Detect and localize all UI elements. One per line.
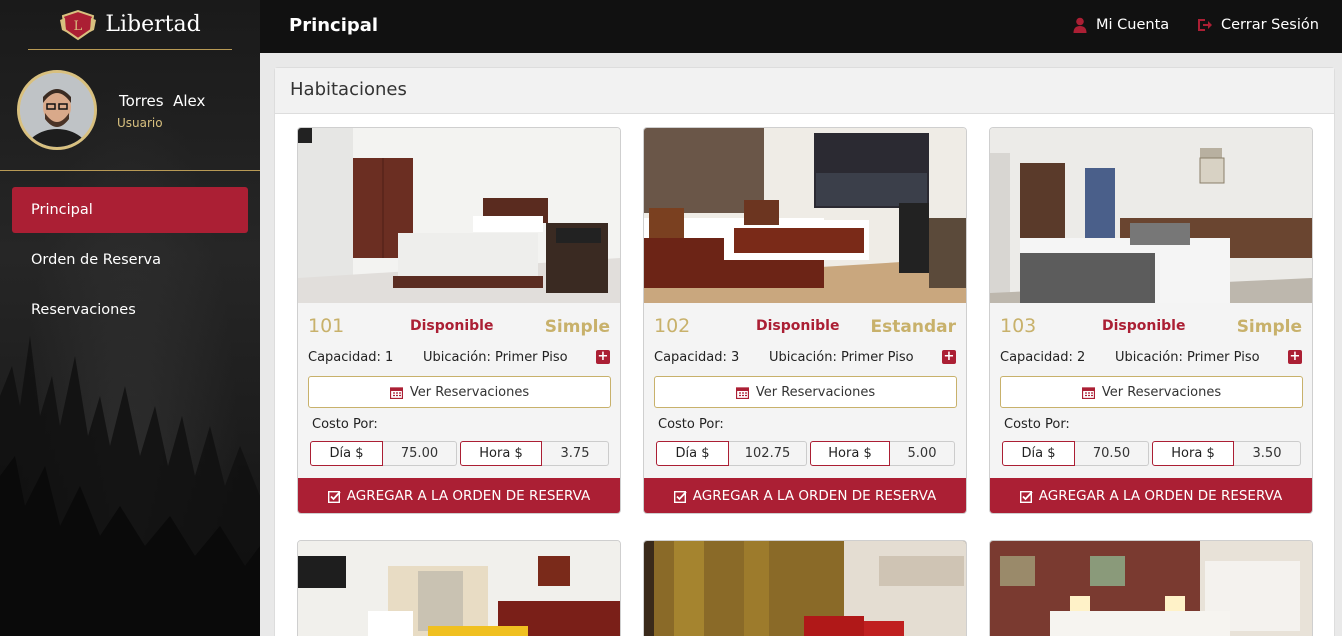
add-to-order-button[interactable]: AGREGAR A LA ORDEN DE RESERVA xyxy=(644,478,966,513)
room-status: Disponible xyxy=(756,318,840,334)
room-number: 103 xyxy=(1000,315,1037,337)
view-reservations-button[interactable]: Ver Reservaciones xyxy=(1000,376,1303,408)
hour-price-group: Hora $ 3.75 xyxy=(460,441,609,466)
view-reservations-button[interactable]: Ver Reservaciones xyxy=(654,376,957,408)
hour-price-field[interactable]: 5.00 xyxy=(890,441,955,466)
room-location: Ubicación: Primer Piso xyxy=(769,350,914,365)
day-price-field[interactable]: 75.00 xyxy=(383,441,457,466)
user-role: Usuario xyxy=(117,116,163,130)
calendar-icon xyxy=(1081,386,1095,399)
room-photo xyxy=(644,541,966,636)
hour-price-label: Hora $ xyxy=(460,441,542,466)
day-price-label: Día $ xyxy=(1002,441,1075,466)
add-to-order-button[interactable]: AGREGAR A LA ORDEN DE RESERVA xyxy=(298,478,620,513)
room-card xyxy=(643,540,967,636)
room-card xyxy=(297,540,621,636)
day-price-group: Día $ 102.75 xyxy=(656,441,807,466)
account-label: Mi Cuenta xyxy=(1096,17,1170,33)
sidebar-item-orden-de-reserva[interactable]: Orden de Reserva xyxy=(12,237,248,283)
user-profile: Torres Alex Usuario xyxy=(0,50,260,171)
check-square-icon xyxy=(327,490,341,503)
room-type: Simple xyxy=(1236,317,1302,337)
svg-text:L: L xyxy=(74,19,83,34)
shield-logo-icon: L xyxy=(60,9,97,40)
hour-price-group: Hora $ 3.50 xyxy=(1152,441,1301,466)
brand[interactable]: L Libertad xyxy=(28,0,232,50)
page-title: Principal xyxy=(289,15,379,36)
calendar-icon xyxy=(389,386,403,399)
account-link[interactable]: Mi Cuenta xyxy=(1072,17,1169,33)
brand-name: Libertad xyxy=(105,12,201,37)
day-price-group: Día $ 70.50 xyxy=(1002,441,1149,466)
room-capacity: Capacidad: 2 xyxy=(1000,350,1086,365)
cost-label: Costo Por: xyxy=(312,417,378,432)
room-photo xyxy=(298,541,620,636)
day-price-group: Día $ 75.00 xyxy=(310,441,457,466)
hour-price-group: Hora $ 5.00 xyxy=(810,441,955,466)
room-card: 101 Disponible Simple Capacidad: 1 Ubica… xyxy=(297,127,621,514)
room-details: 102 Disponible Estandar Capacidad: 3 Ubi… xyxy=(644,303,966,478)
sidebar: L Libertad Torres Alex Usuario Principal… xyxy=(0,0,260,636)
rooms-panel: Habitaciones 101 Disponible Simple Capac… xyxy=(274,67,1335,636)
cost-label: Costo Por: xyxy=(1004,417,1070,432)
logout-link[interactable]: Cerrar Sesión xyxy=(1197,17,1319,33)
room-capacity: Capacidad: 1 xyxy=(308,350,394,365)
hour-price-field[interactable]: 3.75 xyxy=(542,441,609,466)
sign-out-icon xyxy=(1198,19,1212,31)
plus-square-icon[interactable]: + xyxy=(1288,350,1302,364)
room-card xyxy=(989,540,1313,636)
hour-price-label: Hora $ xyxy=(810,441,890,466)
logout-label: Cerrar Sesión xyxy=(1221,17,1319,33)
check-square-icon xyxy=(673,490,687,503)
room-status: Disponible xyxy=(1102,318,1186,334)
room-location: Ubicación: Primer Piso xyxy=(423,350,568,365)
day-price-label: Día $ xyxy=(310,441,383,466)
day-price-field[interactable]: 102.75 xyxy=(729,441,807,466)
user-name: Torres Alex xyxy=(119,92,206,110)
room-type: Estandar xyxy=(870,317,956,337)
plus-square-icon[interactable]: + xyxy=(942,350,956,364)
hour-price-label: Hora $ xyxy=(1152,441,1234,466)
room-number: 101 xyxy=(308,315,345,337)
cost-label: Costo Por: xyxy=(658,417,724,432)
sidebar-item-reservaciones[interactable]: Reservaciones xyxy=(12,287,248,333)
room-location: Ubicación: Primer Piso xyxy=(1115,350,1260,365)
sidebar-item-principal[interactable]: Principal xyxy=(12,187,248,233)
top-bar: Principal Mi Cuenta Cerrar Sesión xyxy=(260,0,1342,53)
room-details: 103 Disponible Simple Capacidad: 2 Ubica… xyxy=(990,303,1312,478)
day-price-label: Día $ xyxy=(656,441,729,466)
check-square-icon xyxy=(1019,490,1033,503)
room-status: Disponible xyxy=(410,318,494,334)
room-photo xyxy=(990,128,1312,303)
room-photo xyxy=(644,128,966,303)
user-icon xyxy=(1073,17,1087,33)
sidebar-nav: Principal Orden de Reserva Reservaciones xyxy=(12,187,248,337)
avatar xyxy=(17,70,97,150)
panel-title: Habitaciones xyxy=(275,68,1334,114)
room-photo xyxy=(990,541,1312,636)
day-price-field[interactable]: 70.50 xyxy=(1075,441,1149,466)
plus-square-icon[interactable]: + xyxy=(596,350,610,364)
room-photo xyxy=(298,128,620,303)
view-reservations-button[interactable]: Ver Reservaciones xyxy=(308,376,611,408)
room-capacity: Capacidad: 3 xyxy=(654,350,740,365)
room-details: 101 Disponible Simple Capacidad: 1 Ubica… xyxy=(298,303,620,478)
add-to-order-button[interactable]: AGREGAR A LA ORDEN DE RESERVA xyxy=(990,478,1312,513)
hour-price-field[interactable]: 3.50 xyxy=(1234,441,1301,466)
calendar-icon xyxy=(735,386,749,399)
room-number: 102 xyxy=(654,315,691,337)
room-card: 103 Disponible Simple Capacidad: 2 Ubica… xyxy=(989,127,1313,514)
room-type: Simple xyxy=(544,317,610,337)
room-card: 102 Disponible Estandar Capacidad: 3 Ubi… xyxy=(643,127,967,514)
